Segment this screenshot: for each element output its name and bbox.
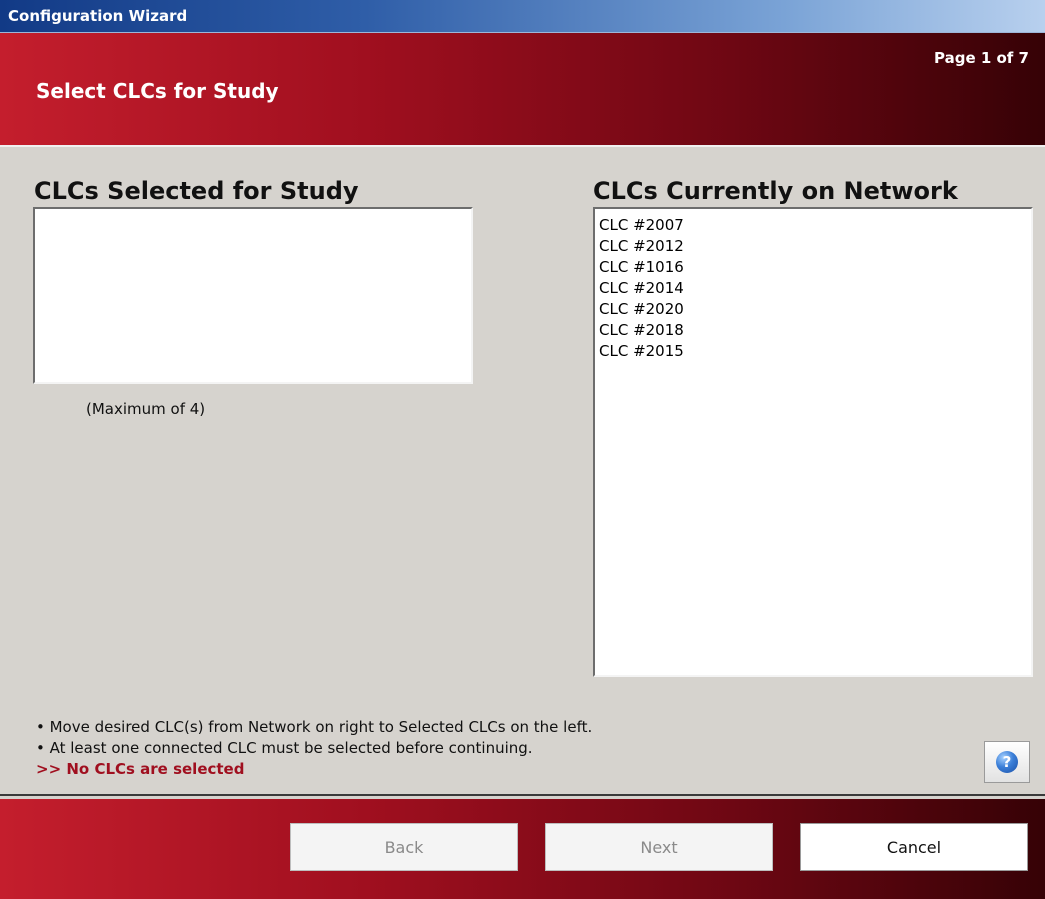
network-panel-title: CLCs Currently on Network (593, 177, 958, 205)
list-item[interactable]: CLC #2012 (599, 236, 1031, 257)
next-button[interactable]: Next (545, 823, 773, 871)
max-note: (Maximum of 4) (86, 400, 206, 418)
list-item[interactable]: CLC #2018 (599, 320, 1031, 341)
selected-clcs-listbox[interactable] (33, 207, 473, 384)
selected-panel-title: CLCs Selected for Study (34, 177, 359, 205)
network-clcs-listbox[interactable]: CLC #2007 CLC #2012 CLC #1016 CLC #2014 CLC … (593, 207, 1033, 677)
page-indicator: Page 1 of 7 (934, 49, 1029, 67)
instruction-line: • Move desired CLC(s) from Network on ri… (36, 718, 593, 736)
window-titlebar: Configuration Wizard (0, 0, 1045, 33)
wizard-footer: Back Next Cancel (0, 799, 1045, 899)
status-message: >> No CLCs are selected (36, 760, 245, 778)
list-item[interactable]: CLC #2014 (599, 278, 1031, 299)
page-title: Select CLCs for Study (36, 79, 279, 103)
help-button[interactable]: ? (984, 741, 1030, 783)
list-item[interactable]: CLC #2015 (599, 341, 1031, 362)
window-title: Configuration Wizard (8, 7, 188, 25)
back-button[interactable]: Back (290, 823, 518, 871)
network-clcs-list: CLC #2007 CLC #2012 CLC #1016 CLC #2014 CLC … (595, 209, 1031, 362)
footer-divider (0, 794, 1045, 796)
list-item[interactable]: CLC #2007 (599, 215, 1031, 236)
help-icon: ? (996, 751, 1018, 773)
selected-clcs-list (35, 209, 471, 215)
instructions: • Move desired CLC(s) from Network on ri… (36, 717, 592, 780)
cancel-button[interactable]: Cancel (800, 823, 1028, 871)
instruction-line: • At least one connected CLC must be sel… (36, 739, 533, 757)
list-item[interactable]: CLC #2020 (599, 299, 1031, 320)
wizard-header: Select CLCs for Study Page 1 of 7 (0, 33, 1045, 147)
list-item[interactable]: CLC #1016 (599, 257, 1031, 278)
